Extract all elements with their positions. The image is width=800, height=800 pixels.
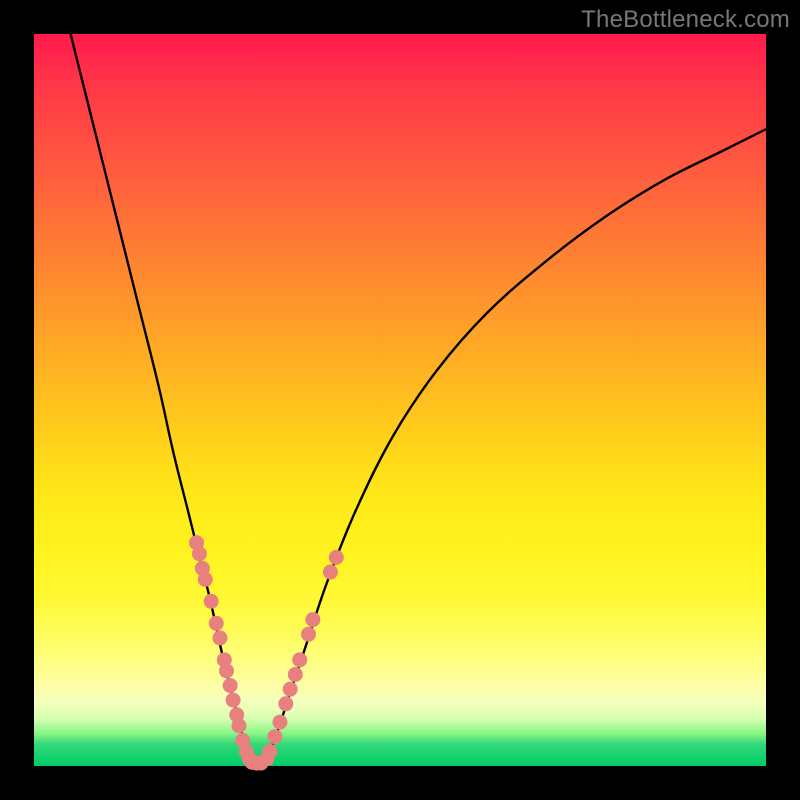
- curves-svg: [34, 34, 766, 766]
- data-point: [272, 715, 287, 730]
- data-point: [292, 652, 307, 667]
- data-point: [226, 693, 241, 708]
- data-point: [192, 546, 207, 561]
- data-point: [231, 718, 246, 733]
- data-markers: [189, 535, 344, 770]
- data-point: [253, 756, 268, 771]
- plot-area: [34, 34, 766, 766]
- data-point: [219, 663, 234, 678]
- data-point: [223, 678, 238, 693]
- data-point: [305, 612, 320, 627]
- watermark-text: TheBottleneck.com: [581, 6, 790, 34]
- data-point: [212, 630, 227, 645]
- chart-frame: TheBottleneck.com: [0, 0, 800, 800]
- right-curve: [265, 129, 766, 762]
- data-point: [288, 667, 303, 682]
- data-point: [329, 550, 344, 565]
- data-point: [283, 682, 298, 697]
- data-point: [278, 696, 293, 711]
- data-point: [323, 565, 338, 580]
- data-point: [301, 627, 316, 642]
- data-point: [267, 729, 282, 744]
- data-point: [198, 572, 213, 587]
- data-point: [209, 616, 224, 631]
- data-point: [204, 594, 219, 609]
